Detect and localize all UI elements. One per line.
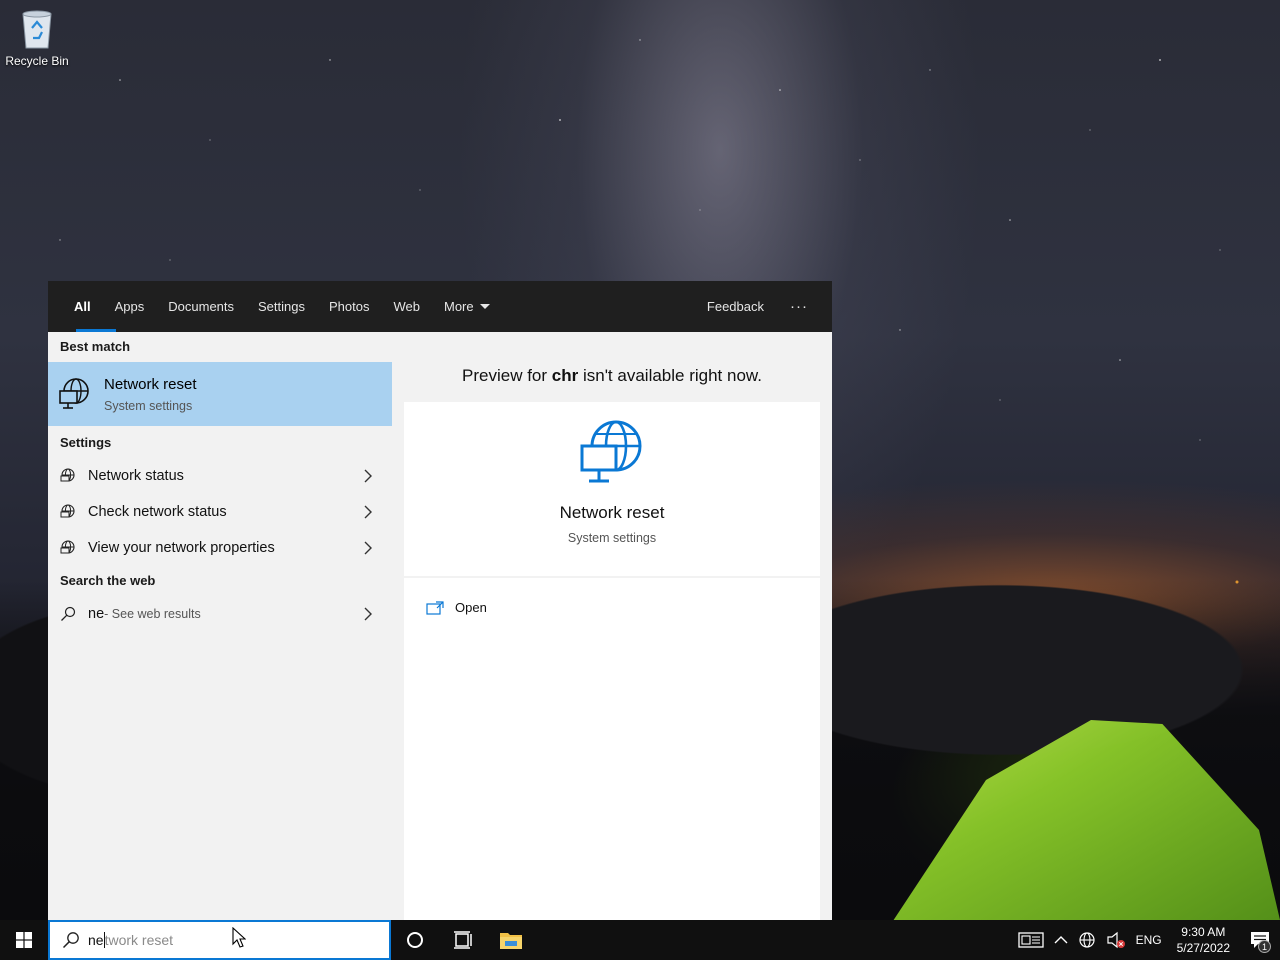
recycle-bin-icon bbox=[18, 8, 56, 50]
cortana-button[interactable] bbox=[391, 920, 439, 960]
open-icon bbox=[426, 600, 444, 615]
chevron-right-icon bbox=[364, 505, 372, 519]
tab-more[interactable]: More bbox=[432, 281, 502, 332]
volume-button[interactable] bbox=[1101, 920, 1131, 960]
news-icon bbox=[1017, 932, 1044, 948]
network-globe-icon bbox=[59, 378, 89, 409]
taskbar: ne twork reset ENG 9:30 AM 5/27/2022 1 bbox=[0, 920, 1280, 960]
best-match-heading: Best match bbox=[60, 339, 131, 354]
preview-message-query: chr bbox=[551, 366, 579, 385]
globe-icon bbox=[60, 468, 75, 482]
clock[interactable]: 9:30 AM 5/27/2022 bbox=[1167, 924, 1240, 956]
caret-down-icon bbox=[479, 304, 490, 309]
tab-documents[interactable]: Documents bbox=[156, 281, 246, 332]
search-typed-text: ne bbox=[88, 932, 104, 948]
preview-message-suffix: isn't available right now. bbox=[578, 366, 762, 385]
network-globe-icon bbox=[580, 420, 642, 483]
notification-count-badge: 1 bbox=[1258, 940, 1271, 953]
preview-message: Preview for chr isn't available right no… bbox=[392, 366, 832, 402]
open-label: Open bbox=[455, 600, 487, 615]
feedback-link[interactable]: Feedback bbox=[707, 299, 790, 314]
clock-time: 9:30 AM bbox=[1181, 925, 1226, 939]
windows-logo-icon bbox=[16, 932, 32, 948]
file-explorer-button[interactable] bbox=[487, 920, 535, 960]
tab-web[interactable]: Web bbox=[381, 281, 432, 332]
open-action[interactable]: Open bbox=[404, 578, 820, 615]
network-tray-button[interactable] bbox=[1073, 920, 1101, 960]
globe-icon bbox=[60, 540, 75, 554]
tab-all[interactable]: All bbox=[62, 281, 116, 332]
chevron-right-icon bbox=[364, 541, 372, 555]
web-search-item[interactable]: ne - See web results bbox=[48, 596, 392, 632]
tab-settings[interactable]: Settings bbox=[246, 281, 317, 332]
network-globe-icon bbox=[1078, 932, 1095, 948]
tab-photos[interactable]: Photos bbox=[317, 281, 381, 332]
chevron-right-icon bbox=[364, 469, 372, 483]
task-view-button[interactable] bbox=[439, 920, 487, 960]
preview-card: Network reset System settings bbox=[404, 402, 820, 576]
preview-title: Network reset bbox=[559, 503, 665, 522]
settings-item-view-network-properties[interactable]: View your network properties bbox=[48, 530, 392, 566]
search-icon bbox=[61, 606, 76, 621]
results-list: Best match Network reset System settings… bbox=[48, 332, 392, 920]
task-view-icon bbox=[454, 931, 472, 949]
best-match-title: Network reset bbox=[104, 375, 197, 393]
action-center-button[interactable]: 1 bbox=[1240, 920, 1280, 960]
language-indicator[interactable]: ENG bbox=[1131, 920, 1167, 960]
settings-item-check-network-status[interactable]: Check network status bbox=[48, 494, 392, 530]
best-match-subtitle: System settings bbox=[104, 398, 193, 413]
search-autocomplete-text: twork reset bbox=[104, 932, 174, 948]
preview-subtitle: System settings bbox=[567, 531, 657, 545]
settings-item-network-status[interactable]: Network status bbox=[48, 458, 392, 494]
folder-icon bbox=[500, 933, 522, 949]
show-hidden-icons-button[interactable] bbox=[1049, 920, 1073, 960]
volume-muted-icon bbox=[1106, 931, 1125, 949]
search-icon bbox=[62, 932, 79, 949]
web-search-suffix: - See web results bbox=[104, 607, 201, 621]
search-tabs-bar: All Apps Documents Settings Photos Web M… bbox=[48, 281, 832, 332]
search-web-heading: Search the web bbox=[60, 573, 156, 588]
preview-actions: Open bbox=[404, 578, 820, 920]
topbar-right: Feedback ··· bbox=[707, 281, 832, 332]
search-panel: All Apps Documents Settings Photos Web M… bbox=[48, 281, 832, 920]
best-match-text: Network reset System settings bbox=[104, 376, 197, 413]
desktop-recycle-bin[interactable]: Recycle Bin bbox=[4, 6, 70, 68]
news-button[interactable] bbox=[1013, 920, 1049, 960]
chevron-up-icon bbox=[1054, 936, 1068, 944]
clock-date: 5/27/2022 bbox=[1176, 941, 1230, 955]
best-match-item[interactable]: Network reset System settings bbox=[48, 362, 392, 426]
tab-apps[interactable]: Apps bbox=[103, 281, 157, 332]
settings-item-label: Network status bbox=[88, 468, 184, 484]
more-options-button[interactable]: ··· bbox=[790, 298, 832, 315]
settings-item-label: View your network properties bbox=[88, 540, 275, 556]
preview-pane: Preview for chr isn't available right no… bbox=[392, 332, 832, 920]
settings-heading: Settings bbox=[60, 435, 112, 450]
globe-icon bbox=[60, 504, 75, 518]
system-tray: ENG 9:30 AM 5/27/2022 1 bbox=[1013, 920, 1280, 960]
settings-item-label: Check network status bbox=[88, 504, 227, 520]
preview-message-prefix: Preview for bbox=[462, 366, 552, 385]
cortana-circle-icon bbox=[407, 932, 423, 948]
taskbar-search-box[interactable]: ne twork reset bbox=[48, 920, 391, 960]
tab-more-label: More bbox=[443, 299, 474, 314]
chevron-right-icon bbox=[364, 607, 372, 621]
start-button[interactable] bbox=[0, 920, 48, 960]
web-search-query: ne bbox=[88, 606, 105, 622]
mouse-cursor-icon bbox=[232, 927, 246, 948]
recycle-bin-label: Recycle Bin bbox=[5, 54, 69, 68]
